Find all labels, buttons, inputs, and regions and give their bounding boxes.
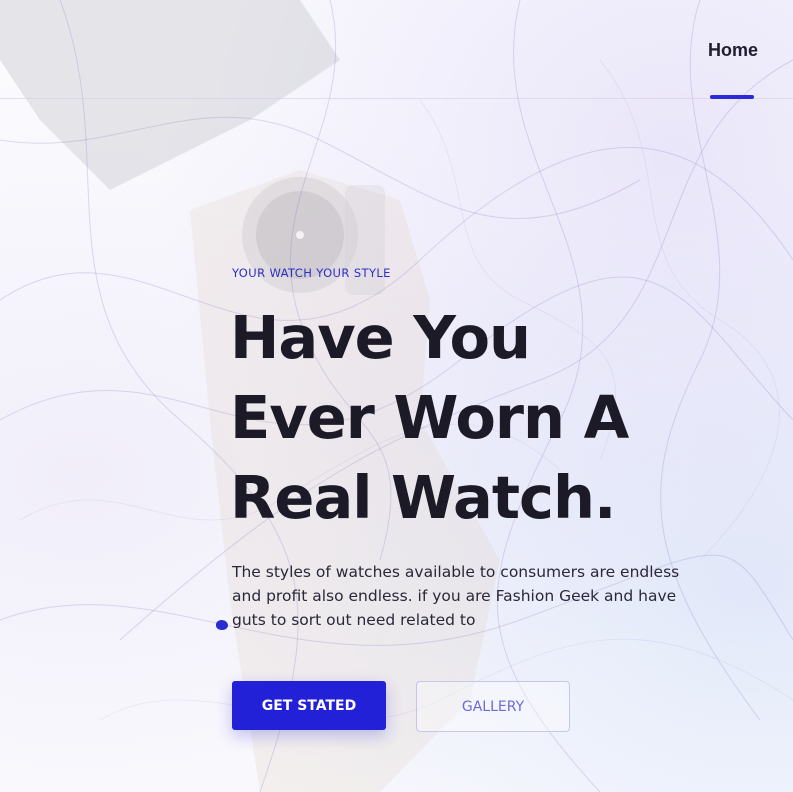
hero-page: Home YOUR WATCH YOUR STYLE Have You Ever… <box>0 0 793 792</box>
gallery-button[interactable]: GALLERY <box>416 681 570 732</box>
nav-active-indicator <box>710 95 754 99</box>
headline-line-3: Real Watch. <box>230 463 616 532</box>
get-started-button[interactable]: GET STATED <box>232 681 386 730</box>
nav-home-link[interactable]: Home <box>700 40 766 61</box>
blob-cursor-icon <box>216 620 228 630</box>
header-divider <box>0 98 793 99</box>
headline-line-1: Have You <box>230 303 531 372</box>
hero-headline: Have You Ever Worn A Real Watch. <box>230 298 750 538</box>
headline-line-2: Ever Worn A <box>230 383 629 452</box>
hero-eyebrow: YOUR WATCH YOUR STYLE <box>232 266 391 280</box>
hero-description: The styles of watches available to consu… <box>232 563 680 629</box>
